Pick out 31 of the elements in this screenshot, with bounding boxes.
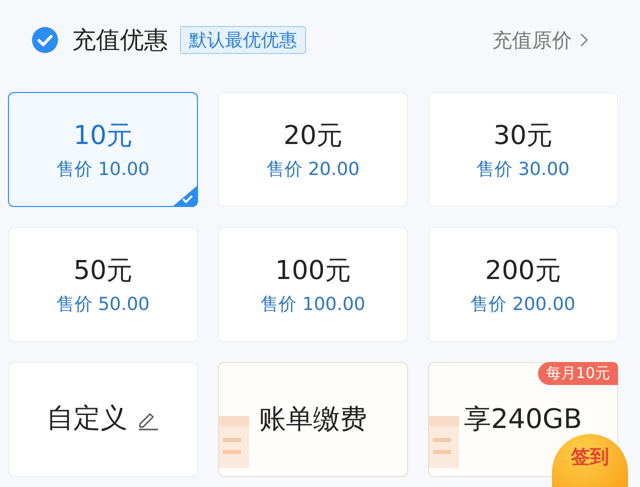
amount-label: 50元 bbox=[73, 255, 133, 288]
price-label: 售价 100.00 bbox=[260, 293, 366, 316]
custom-label: 自定义 bbox=[46, 402, 128, 436]
selected-corner-icon bbox=[172, 185, 198, 207]
price-label: 售价 50.00 bbox=[56, 293, 150, 316]
monthly-badge: 每月10元 bbox=[538, 362, 618, 385]
amount-label: 30元 bbox=[493, 120, 553, 153]
section-title: 充值优惠 bbox=[72, 25, 168, 56]
promo-label: 账单缴费 bbox=[259, 402, 367, 436]
amount-option-card[interactable]: 200元 售价 200.00 bbox=[428, 227, 618, 342]
amount-label: 200元 bbox=[485, 255, 561, 288]
amount-option-card[interactable]: 20元 售价 20.00 bbox=[218, 92, 408, 207]
amount-label: 20元 bbox=[283, 120, 343, 153]
amount-option-card[interactable]: 50元 售价 50.00 bbox=[8, 227, 198, 342]
price-label: 售价 20.00 bbox=[266, 158, 360, 181]
tag: 默认最优优惠 bbox=[180, 26, 306, 54]
amount-option-card[interactable]: 10元 售价 10.00 bbox=[8, 92, 198, 207]
check-in-sticker-badge: 签到 bbox=[552, 434, 628, 487]
original-price-link[interactable]: 充值原价 bbox=[492, 26, 588, 54]
custom-amount-card[interactable]: 自定义 bbox=[8, 362, 198, 477]
price-label: 售价 10.00 bbox=[56, 158, 150, 181]
price-label: 售价 200.00 bbox=[470, 293, 576, 316]
promo-card[interactable]: 账单缴费 bbox=[218, 362, 408, 477]
amount-option-card[interactable]: 100元 售价 100.00 bbox=[218, 227, 408, 342]
promo-label: 享240GB bbox=[464, 402, 582, 436]
amount-option-card[interactable]: 30元 售价 30.00 bbox=[428, 92, 618, 207]
amount-label: 10元 bbox=[73, 120, 133, 153]
chevron-right-icon bbox=[580, 33, 588, 47]
price-label: 售价 30.00 bbox=[476, 158, 570, 181]
amount-label: 100元 bbox=[275, 255, 351, 288]
checkbox[interactable] bbox=[32, 27, 58, 53]
